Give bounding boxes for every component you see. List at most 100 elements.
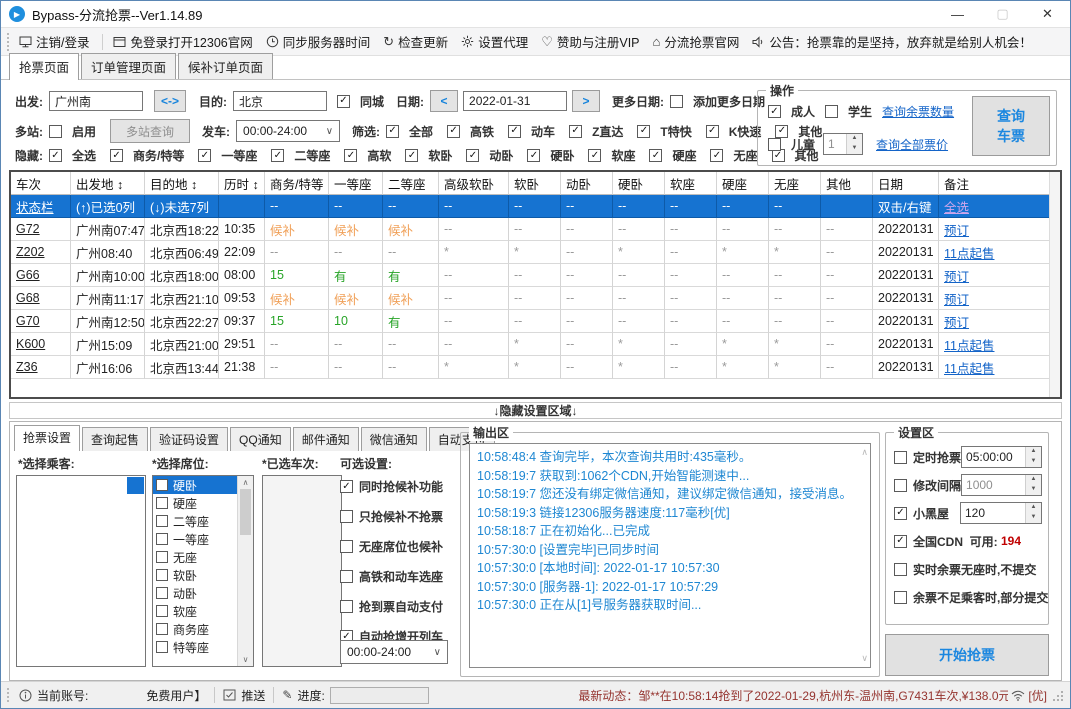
- checkbox[interactable]: ✓: [588, 149, 602, 162]
- seat-scrollbar[interactable]: ∧ ∨: [237, 476, 253, 666]
- tab-waitlist-orders[interactable]: 候补订单页面: [178, 53, 274, 79]
- add-more-dates-checkbox[interactable]: [670, 94, 684, 108]
- seat-option[interactable]: 一等座: [153, 530, 238, 548]
- spinner-up-icon[interactable]: ▲: [1026, 447, 1041, 457]
- reserve-link[interactable]: 11点起售: [944, 243, 994, 262]
- toolbar-grip[interactable]: [7, 32, 12, 51]
- train-link[interactable]: G68: [16, 291, 40, 305]
- train-link[interactable]: K600: [16, 337, 45, 351]
- child-option[interactable]: 儿童: [768, 136, 815, 153]
- passenger-selection[interactable]: [127, 477, 144, 494]
- checkbox[interactable]: [156, 479, 168, 491]
- push-label[interactable]: 推送: [241, 687, 265, 704]
- train-link[interactable]: G72: [16, 222, 40, 236]
- hide-seat-option[interactable]: ✓ 硬卧: [527, 147, 574, 164]
- checkbox[interactable]: ✓: [49, 149, 62, 162]
- logout-login-button[interactable]: 注销/登录: [19, 32, 89, 51]
- table-row[interactable]: Z36 广州16:06 北京西13:44 21:38 -- -- -- * * -- * -- * * --…: [11, 356, 1060, 379]
- tab-order-management[interactable]: 订单管理页面: [81, 53, 177, 79]
- column-header[interactable]: 历时 ↕: [219, 172, 265, 195]
- checkbox[interactable]: ✓: [508, 124, 522, 138]
- checkbox[interactable]: [340, 540, 353, 553]
- next-date-button[interactable]: >: [572, 90, 601, 112]
- query-tickets-button[interactable]: 查询 车票: [972, 96, 1050, 156]
- query-remaining-link[interactable]: 查询余票数量: [882, 103, 954, 120]
- checkbox[interactable]: [894, 562, 907, 576]
- reserve-link[interactable]: 预订: [944, 312, 969, 331]
- checkbox[interactable]: [894, 590, 907, 604]
- reserve-link[interactable]: 预订: [944, 266, 969, 285]
- checkbox[interactable]: ✓: [527, 149, 541, 162]
- tab-验证码设置[interactable]: 验证码设置: [150, 427, 229, 451]
- column-header[interactable]: 软座: [665, 172, 717, 195]
- seat-option[interactable]: 无座: [153, 548, 238, 566]
- train-type-option[interactable]: ✓ Z直达: [569, 123, 623, 140]
- checkbox[interactable]: ✓: [894, 534, 907, 548]
- optional-setting[interactable]: 无座席位也候补: [340, 538, 443, 555]
- column-header[interactable]: 其他: [821, 172, 873, 195]
- multi-station-query-button[interactable]: 多站查询: [110, 119, 191, 143]
- tab-查询起售[interactable]: 查询起售: [82, 427, 149, 451]
- checkbox[interactable]: ✓: [386, 124, 400, 138]
- column-header[interactable]: 硬卧: [613, 172, 665, 195]
- checkbox[interactable]: ✓: [405, 149, 419, 162]
- checkbox[interactable]: ✓: [340, 480, 353, 493]
- checkbox[interactable]: [156, 515, 168, 527]
- hide-seat-option[interactable]: ✓ 软卧: [405, 147, 452, 164]
- hide-seat-option[interactable]: ✓ 硬座: [649, 147, 696, 164]
- optional-setting[interactable]: ✓ 同时抢候补功能: [340, 478, 443, 495]
- same-city-option[interactable]: ✓ 同城: [337, 93, 384, 110]
- proxy-settings-button[interactable]: 设置代理: [461, 32, 528, 51]
- checkbox[interactable]: ✓: [569, 124, 583, 138]
- table-row[interactable]: G70 广州南12:50 北京西22:27 09:37 15 10 有 -- -- -- -- -- -…: [11, 310, 1060, 333]
- spinner-down-icon[interactable]: ▼: [1026, 485, 1041, 495]
- optional-setting[interactable]: 抢到票自动支付: [340, 598, 443, 615]
- column-header[interactable]: 高级软卧: [439, 172, 509, 195]
- train-link[interactable]: Z36: [16, 360, 38, 374]
- spinner-down-icon[interactable]: ▼: [1026, 513, 1041, 523]
- adult-option[interactable]: ✓ 成人: [768, 103, 815, 120]
- passenger-listbox[interactable]: [16, 475, 146, 667]
- train-link[interactable]: 状态栏: [16, 197, 54, 216]
- hide-seat-option[interactable]: ✓ 全选: [49, 147, 96, 164]
- checkbox[interactable]: ✓: [637, 124, 651, 138]
- table-row[interactable]: G68 广州南11:17 北京西21:10 09:53 候补 候补 候补 -- -- -- -- --…: [11, 287, 1060, 310]
- checkbox[interactable]: [340, 510, 353, 523]
- child-checkbox[interactable]: [768, 137, 781, 151]
- spinner-arrows[interactable]: ▲ ▼: [1025, 475, 1041, 495]
- column-header[interactable]: 硬座: [717, 172, 769, 195]
- column-header[interactable]: 商务/特等: [265, 172, 329, 195]
- train-link[interactable]: Z202: [16, 245, 45, 259]
- checkbox[interactable]: [156, 551, 168, 563]
- checkbox[interactable]: [894, 478, 907, 492]
- column-header[interactable]: 备注: [939, 172, 1060, 195]
- seat-option[interactable]: 硬卧: [153, 476, 238, 494]
- same-city-checkbox[interactable]: ✓: [337, 94, 350, 108]
- spinner-arrows[interactable]: ▲ ▼: [1025, 503, 1041, 523]
- reserve-link[interactable]: 预订: [944, 289, 969, 308]
- check-update-button[interactable]: ↻ 检查更新: [383, 32, 448, 51]
- spinner-down-icon[interactable]: ▼: [1026, 457, 1041, 467]
- checkbox[interactable]: [156, 623, 168, 635]
- hide-settings-divider[interactable]: ↓隐藏设置区域↓: [9, 402, 1062, 419]
- table-row[interactable]: G66 广州南10:00 北京西18:00 08:00 15 有有 -- -- -- -- -- --…: [11, 264, 1060, 287]
- grab-time-dropdown[interactable]: 00:00-24:00 ∨: [340, 640, 448, 664]
- checkbox[interactable]: [340, 600, 353, 613]
- checkbox[interactable]: [156, 641, 168, 653]
- query-all-prices-link[interactable]: 查询全部票价: [876, 136, 948, 153]
- train-type-option[interactable]: ✓ T特快: [637, 123, 692, 140]
- checkbox[interactable]: ✓: [466, 149, 480, 162]
- scrollbar-thumb[interactable]: [240, 489, 251, 535]
- student-checkbox[interactable]: [825, 105, 839, 118]
- hide-seat-option[interactable]: ✓ 高软: [344, 147, 391, 164]
- checkbox[interactable]: ✓: [198, 149, 212, 162]
- spinner-up-icon[interactable]: ▲: [1026, 503, 1041, 513]
- checkbox[interactable]: [340, 570, 353, 583]
- table-row[interactable]: K600 广州15:09 北京西21:00 29:51 -- -- -- -- * -- * -- * *…: [11, 333, 1060, 356]
- checkbox[interactable]: ✓: [894, 506, 907, 520]
- setting-row[interactable]: 修改间隔 1000 ▲ ▼: [894, 471, 1042, 499]
- tab-grab-page[interactable]: 抢票页面: [9, 53, 80, 80]
- checkbox[interactable]: [894, 450, 907, 464]
- close-button[interactable]: ✕: [1025, 1, 1070, 27]
- table-row[interactable]: G72 广州南07:47 北京西18:22 10:35 候补 候补 候补 -- -- -- -- --…: [11, 218, 1060, 241]
